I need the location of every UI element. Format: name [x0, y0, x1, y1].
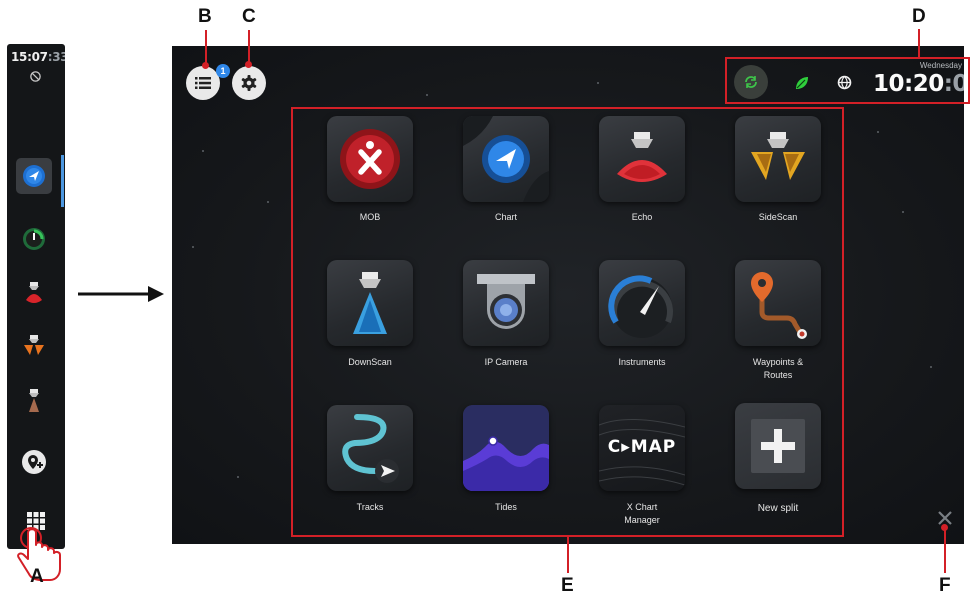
sidebar: 15:07:33 [7, 44, 65, 549]
leader-dot-b [202, 62, 209, 69]
background-star [597, 82, 599, 84]
background-star [202, 150, 204, 152]
sidebar-item-sidescan[interactable] [16, 329, 52, 365]
sidebar-clock-hours: 15:07 [11, 50, 48, 64]
background-star [237, 476, 239, 478]
sidebar-item-add-waypoint[interactable] [16, 444, 52, 480]
active-indicator [61, 155, 64, 207]
menu-button[interactable] [186, 66, 220, 100]
sidebar-item-downscan[interactable] [16, 383, 52, 419]
leader-line-f [944, 527, 946, 573]
downscan-sonar-icon [29, 389, 39, 412]
callout-frame-e [291, 107, 844, 537]
arrow-right-icon [78, 286, 164, 302]
callout-d: D [912, 6, 926, 27]
background-star [426, 94, 428, 96]
callout-a: A [30, 566, 44, 587]
leader-line-e [567, 537, 569, 573]
sidebar-item-chart[interactable] [16, 158, 52, 194]
leader-line-d [918, 29, 920, 57]
sidebar-clock: 15:07:33 [11, 50, 65, 64]
sidebar-clock-seconds: :33 [47, 50, 65, 64]
leader-line-b [205, 30, 207, 65]
sidebar-item-echo[interactable] [16, 276, 52, 312]
gear-icon [241, 75, 257, 91]
callout-f: F [939, 575, 951, 596]
gauge-icon [23, 228, 45, 250]
notification-badge: 1 [216, 64, 230, 78]
callout-e: E [561, 575, 574, 596]
sidebar-item-instruments[interactable] [16, 221, 52, 257]
leader-dot-f [941, 524, 948, 531]
add-waypoint-icon [22, 450, 46, 474]
leader-line-c [248, 30, 250, 64]
callout-c: C [242, 6, 256, 27]
chart-navigation-icon [23, 165, 45, 187]
background-star [877, 131, 879, 133]
leader-dot-c [245, 61, 252, 68]
background-star [192, 246, 194, 248]
settings-button[interactable] [232, 66, 266, 100]
background-star [902, 211, 904, 213]
background-star [930, 366, 932, 368]
callout-frame-d [725, 57, 970, 104]
gps-status-icon [30, 71, 41, 82]
list-menu-icon [195, 77, 211, 89]
echo-sonar-icon [26, 282, 42, 303]
background-star [267, 201, 269, 203]
sidescan-sonar-icon [24, 335, 44, 355]
callout-b: B [198, 6, 212, 27]
